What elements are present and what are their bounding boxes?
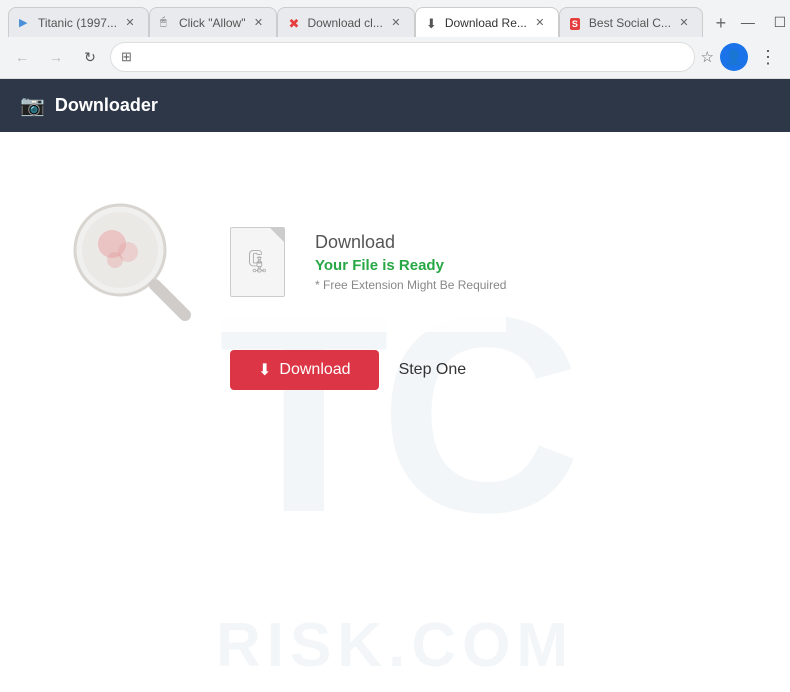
tab-download-error[interactable]: ✖ Download cl... ✕ [277, 7, 414, 37]
download-info: Download Your File is Ready * Free Exten… [315, 232, 506, 292]
main-area: 🗜 Download Your File is Ready * Free Ext… [0, 132, 790, 390]
back-button[interactable]: ← [8, 43, 36, 71]
file-body: 🗜 [230, 227, 285, 297]
downloader-header-title: Downloader [55, 95, 158, 116]
download-button[interactable]: ⬇ Download [230, 350, 379, 390]
download-title: Download [315, 232, 506, 253]
new-tab-button[interactable]: + [707, 9, 735, 37]
downloader-header: 📷 Downloader [0, 79, 790, 132]
reload-button[interactable]: ↻ [76, 43, 104, 71]
browser-chrome: ▶ Titanic (1997... ✕ 🖱 Click "Allow" ✕ ✖… [0, 0, 790, 79]
downloader-header-icon: 📷 [20, 93, 45, 118]
card-row: 🗜 Download Your File is Ready * Free Ext… [60, 192, 506, 332]
step-one-label: Step One [399, 361, 467, 379]
tabs-area: ▶ Titanic (1997... ✕ 🖱 Click "Allow" ✕ ✖… [8, 7, 735, 37]
file-zip-icon: 🗜 [244, 249, 272, 275]
tab-title-social: Best Social C... [589, 16, 671, 30]
extension-note: * Free Extension Might Be Required [315, 278, 506, 292]
tab-close-click-allow[interactable]: ✕ [250, 15, 266, 31]
tab-close-download-error[interactable]: ✕ [388, 15, 404, 31]
tab-title-click-allow: Click "Allow" [179, 16, 246, 30]
maximize-button[interactable]: ☐ [767, 9, 790, 35]
browser-menu-button[interactable]: ⋮ [754, 43, 782, 71]
tab-close-titanic[interactable]: ✕ [122, 15, 138, 31]
tab-title-download-error: Download cl... [307, 16, 382, 30]
address-bar[interactable]: ⊞ [110, 42, 695, 72]
address-bar-tune-icon: ⊞ [121, 49, 132, 65]
minimize-button[interactable]: — [735, 9, 761, 35]
watermark-bottom: RISK.COM [0, 610, 790, 681]
download-arrow-icon: ⬇ [258, 360, 271, 380]
tab-favicon-download-active: ⬇ [426, 16, 440, 30]
tab-close-download-active[interactable]: ✕ [532, 15, 548, 31]
tab-favicon-dl-error: ✖ [288, 16, 302, 30]
magnifier-icon [60, 192, 200, 332]
profile-button[interactable]: 👤 [720, 43, 748, 71]
buttons-row: ⬇ Download Step One [60, 350, 466, 390]
tab-close-social[interactable]: ✕ [676, 15, 692, 31]
profile-icon: 👤 [725, 49, 742, 66]
tab-favicon-click: 🖱 [160, 16, 174, 30]
window-controls: — ☐ ✕ [735, 9, 790, 35]
tab-download-active[interactable]: ⬇ Download Re... ✕ [415, 7, 559, 37]
magnifier-icon-container [60, 192, 200, 332]
file-ready-text: Your File is Ready [315, 257, 506, 274]
tab-title-download-active: Download Re... [445, 16, 527, 30]
tab-titanic[interactable]: ▶ Titanic (1997... ✕ [8, 7, 149, 37]
address-bar-row: ← → ↻ ⊞ ☆ 👤 ⋮ [0, 38, 790, 78]
tab-favicon-social: S [570, 16, 584, 30]
bookmark-star-icon[interactable]: ☆ [701, 48, 714, 66]
file-corner [270, 228, 284, 242]
title-bar: ▶ Titanic (1997... ✕ 🖱 Click "Allow" ✕ ✖… [0, 0, 790, 38]
tab-social[interactable]: S Best Social C... ✕ [559, 7, 703, 37]
tab-click-allow[interactable]: 🖱 Click "Allow" ✕ [149, 7, 278, 37]
page-content: 📷 Downloader TC RISK.COM [0, 79, 790, 691]
tab-favicon-titanic: ▶ [19, 16, 33, 30]
file-icon-container: 🗜 [230, 227, 285, 297]
download-button-label: Download [279, 361, 350, 379]
tab-title-titanic: Titanic (1997... [38, 16, 117, 30]
forward-button[interactable]: → [42, 43, 70, 71]
